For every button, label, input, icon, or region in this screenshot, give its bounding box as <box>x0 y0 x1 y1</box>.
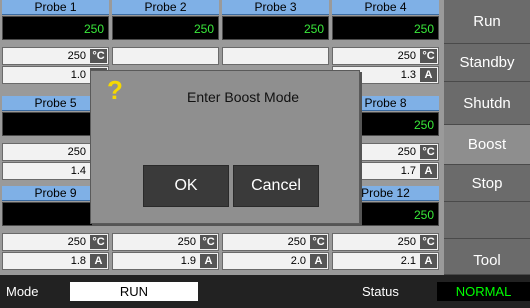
probe-amps-row: 2.1 A <box>332 252 439 270</box>
probe-temp-row: 250 °C <box>332 233 439 251</box>
probe-amps-row: 1.9 A <box>112 252 219 270</box>
amps-unit-badge: A <box>420 164 437 178</box>
blank-sidebar-button[interactable] <box>444 202 530 239</box>
ok-button[interactable]: OK <box>143 165 229 207</box>
command-sidebar: Run Standby Shutdn Boost Stop Tool <box>444 0 530 275</box>
probe-title: Probe 4 <box>332 0 439 15</box>
probe-title: Probe 1 <box>2 0 109 15</box>
probe-amps-value: 1.9 <box>180 255 196 267</box>
probe-display: 250 <box>112 16 219 40</box>
probe-title: Probe 2 <box>112 0 219 15</box>
celsius-unit-badge: °C <box>420 235 437 249</box>
run-button[interactable]: Run <box>444 0 530 44</box>
celsius-unit-badge: °C <box>90 235 107 249</box>
probe-temp-value: 250 <box>397 236 416 248</box>
tool-button[interactable]: Tool <box>444 239 530 275</box>
probe-temp-row: 250 °C <box>332 47 439 65</box>
probe-display: 250 <box>2 16 109 40</box>
probe-temp-row: 250 °C <box>112 233 219 251</box>
celsius-unit-badge: °C <box>420 145 437 159</box>
cancel-button[interactable]: Cancel <box>233 165 319 207</box>
status-label: Status <box>362 284 399 299</box>
probe-temp-row <box>112 47 219 65</box>
shutdown-button[interactable]: Shutdn <box>444 82 530 125</box>
probe-amps-value: 1.0 <box>70 69 86 81</box>
probe-amps-value: 1.8 <box>70 255 86 267</box>
amps-unit-badge: A <box>310 254 327 268</box>
probe-amps-value: 2.1 <box>400 255 416 267</box>
amps-unit-badge: A <box>420 68 437 82</box>
probe-temp-value: 250 <box>177 236 196 248</box>
amps-unit-badge: A <box>200 254 217 268</box>
mode-value: RUN <box>70 282 198 301</box>
probe-amps-value: 1.3 <box>400 69 416 81</box>
amps-unit-badge: A <box>420 254 437 268</box>
boost-confirm-dialog: ? Enter Boost Mode OK Cancel <box>90 70 360 224</box>
status-value: NORMAL <box>437 282 530 301</box>
probe-temp-row <box>222 47 329 65</box>
probe-amps-value: 2.0 <box>290 255 306 267</box>
probe-temp-value: 250 <box>67 146 86 158</box>
probe-amps-value: 1.7 <box>400 165 416 177</box>
question-icon: ? <box>107 75 123 105</box>
dialog-message: Enter Boost Mode <box>187 89 300 105</box>
probe-temp-value: 250 <box>67 50 86 62</box>
probe-temp-row: 250 °C <box>222 233 329 251</box>
celsius-unit-badge: °C <box>200 235 217 249</box>
probe-temp-row: 250 °C <box>2 233 109 251</box>
probe-temp-row: 250 °C <box>2 47 109 65</box>
probe-title: Probe 3 <box>222 0 329 15</box>
celsius-unit-badge: °C <box>310 235 327 249</box>
probe-display: 250 <box>222 16 329 40</box>
probe-amps-row: 1.8 A <box>2 252 109 270</box>
mode-label: Mode <box>6 284 39 299</box>
status-bar: Mode RUN Status NORMAL <box>0 275 530 308</box>
celsius-unit-badge: °C <box>420 49 437 63</box>
probe-temp-value: 250 <box>67 236 86 248</box>
standby-button[interactable]: Standby <box>444 44 530 82</box>
probe-temp-value: 250 <box>397 146 416 158</box>
probe-amps-row: 2.0 A <box>222 252 329 270</box>
probe-display: 250 <box>332 16 439 40</box>
probe-temp-value: 250 <box>287 236 306 248</box>
probe-temp-value: 250 <box>397 50 416 62</box>
celsius-unit-badge: °C <box>90 49 107 63</box>
boost-button[interactable]: Boost <box>444 125 530 165</box>
probe-amps-value: 1.4 <box>70 165 86 177</box>
amps-unit-badge: A <box>90 254 107 268</box>
stop-button[interactable]: Stop <box>444 165 530 202</box>
